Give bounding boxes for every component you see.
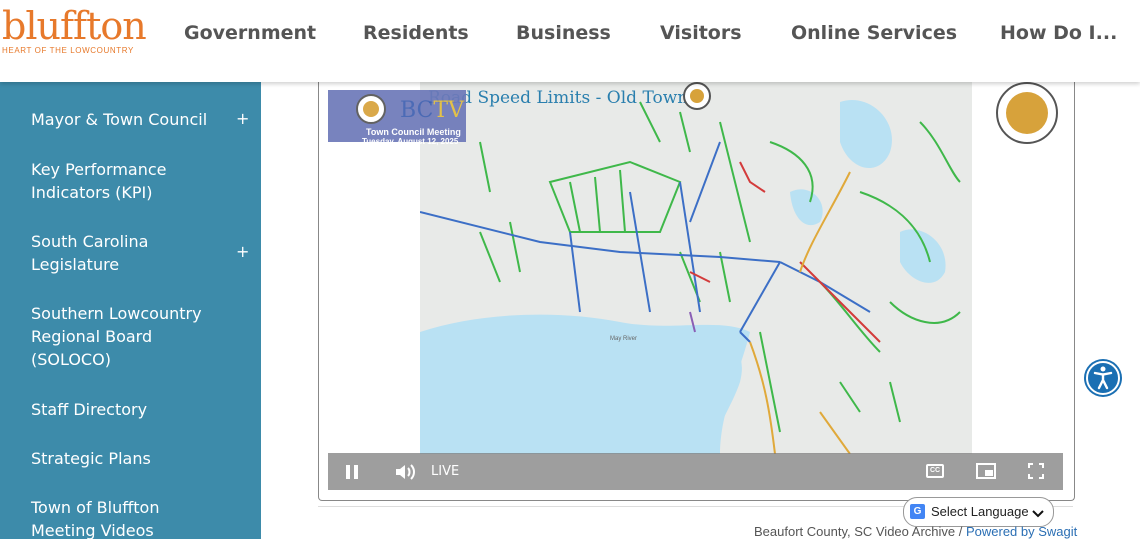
sidebar-item-soloco[interactable]: Southern Lowcountry Regional Board (SOLO… — [31, 302, 216, 371]
expand-sc-legislature[interactable]: + — [236, 242, 249, 261]
sidebar-item-mayor-town-council[interactable]: Mayor & Town Council — [31, 108, 231, 131]
pause-icon[interactable] — [346, 465, 358, 479]
nav-visitors[interactable]: Visitors — [660, 22, 742, 44]
video-controls: LIVE CC — [328, 453, 1063, 490]
fullscreen-icon[interactable] — [1028, 463, 1044, 484]
sidebar-item-strategic-plans[interactable]: Strategic Plans — [31, 447, 231, 470]
chevron-down-icon — [1032, 506, 1044, 524]
video-credit: Beaufort County, SC Video Archive / Powe… — [754, 524, 1077, 539]
site-header: bluffton HEART OF THE LOWCOUNTRY Governm… — [0, 0, 1140, 82]
town-seal-large — [996, 82, 1058, 144]
river-label: May River — [610, 336, 637, 342]
nav-residents[interactable]: Residents — [363, 22, 469, 44]
bluffton-logo[interactable]: bluffton HEART OF THE LOWCOUNTRY — [2, 4, 147, 55]
sidebar-item-sc-legislature[interactable]: South Carolina Legislature — [31, 230, 181, 276]
language-select-label: Select Language — [931, 504, 1029, 519]
volume-icon[interactable] — [394, 463, 416, 486]
town-seal-small — [683, 82, 711, 110]
map-title: Road Speed Limits - Old Town — [428, 88, 689, 108]
banner-seal — [356, 94, 386, 124]
nav-how-do-i[interactable]: How Do I... — [1000, 22, 1117, 44]
live-indicator: LIVE — [431, 464, 460, 479]
google-translate-icon: G — [910, 504, 925, 519]
sidebar-item-staff-directory[interactable]: Staff Directory — [31, 398, 231, 421]
town-council-banner: BCTV Town Council Meeting Tuesday, Augus… — [328, 90, 466, 146]
accessibility-icon[interactable] — [1084, 359, 1122, 397]
language-select[interactable]: G Select Language — [903, 497, 1054, 527]
swagit-link[interactable]: Powered by Swagit — [966, 524, 1077, 539]
archive-credit: Beaufort County, SC Video Archive / — [754, 524, 966, 539]
meeting-title: Town Council Meeting — [366, 127, 461, 137]
expand-mayor-town-council[interactable]: + — [236, 109, 249, 128]
station-logo: BCTV — [400, 98, 464, 123]
sidebar: Mayor & Town Council + Key Performance I… — [0, 82, 261, 542]
meeting-date: Tuesday, August 12, 2025 — [362, 137, 459, 146]
logo-wordmark: bluffton — [2, 4, 147, 48]
logo-tagline: HEART OF THE LOWCOUNTRY — [2, 46, 134, 55]
sidebar-item-meeting-videos[interactable]: Town of Bluffton Meeting Videos — [31, 496, 181, 542]
speed-limit-map: May River — [420, 82, 972, 454]
nav-government[interactable]: Government — [184, 22, 316, 44]
sidebar-item-kpi[interactable]: Key Performance Indicators (KPI) — [31, 158, 201, 204]
map-graphic: May River — [420, 82, 972, 454]
nav-online-services[interactable]: Online Services — [791, 22, 957, 44]
video-player[interactable]: May River Road Speed Limits - Old Town B… — [328, 82, 1063, 490]
closed-captions-icon[interactable]: CC — [926, 464, 944, 478]
nav-business[interactable]: Business — [516, 22, 611, 44]
picture-in-picture-icon[interactable] — [976, 463, 996, 479]
